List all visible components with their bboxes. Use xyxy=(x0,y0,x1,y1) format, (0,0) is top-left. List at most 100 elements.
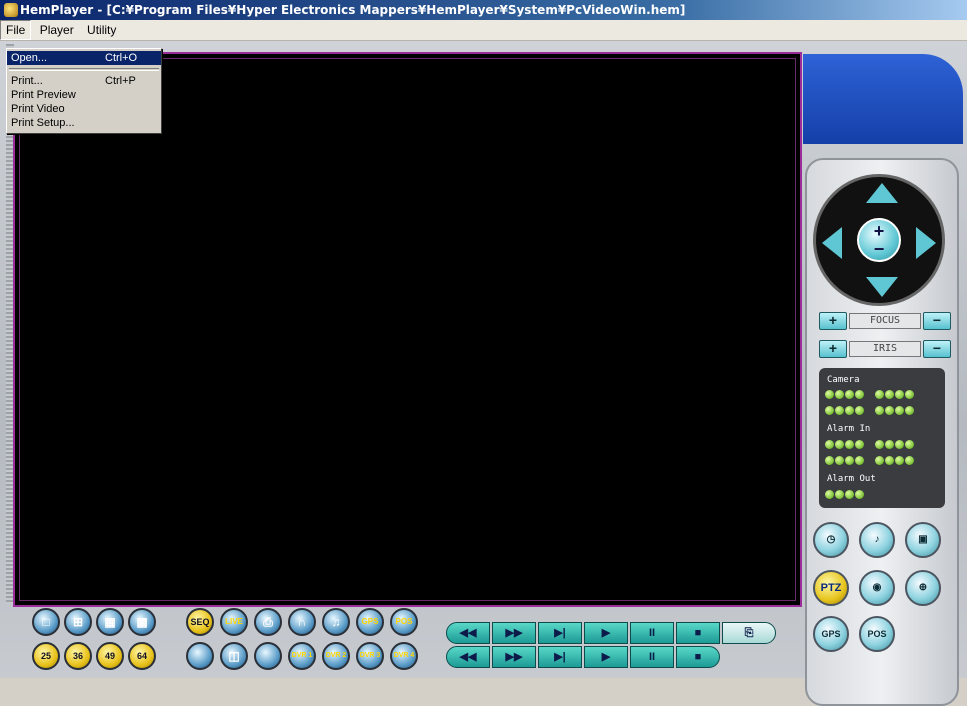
pos-button[interactable]: POS xyxy=(859,616,895,652)
stop-button[interactable]: ■ xyxy=(676,622,720,644)
menu-print-label: Print... xyxy=(11,75,43,87)
camera-view-button[interactable]: ◉ xyxy=(859,570,895,606)
network-button[interactable]: ⊕ xyxy=(905,570,941,606)
menu-open-shortcut: Ctrl+O xyxy=(105,52,138,64)
fast-forward-button[interactable]: ▶▶ xyxy=(492,622,536,644)
nine-view-icon: ▦ xyxy=(104,615,116,629)
alarm-in-led xyxy=(835,440,844,449)
pan-right-icon[interactable] xyxy=(916,227,936,259)
stop-button-2[interactable]: ■ xyxy=(676,646,720,668)
menu-print-setup[interactable]: Print Setup... xyxy=(7,116,161,130)
camera-led xyxy=(875,390,884,399)
camera-led xyxy=(895,406,904,415)
camera-led xyxy=(905,390,914,399)
pan-down-icon[interactable] xyxy=(866,277,898,297)
copy-button[interactable]: ⎘ xyxy=(722,622,776,644)
blank-button-1[interactable] xyxy=(186,642,214,670)
iris-minus-button[interactable]: − xyxy=(923,340,951,358)
menu-open-label: Open... xyxy=(11,52,48,64)
video-display[interactable] xyxy=(13,52,802,607)
split-25-button[interactable]: 25 xyxy=(32,642,60,670)
split-16-button[interactable]: ▩ xyxy=(128,608,156,636)
capture-icon: ⎙ xyxy=(263,615,273,629)
camera-leds-row1 xyxy=(825,390,915,399)
ptz-button[interactable]: PTZ xyxy=(813,570,849,606)
sixteen-view-icon: ▩ xyxy=(136,615,148,629)
menu-print-shortcut: Ctrl+P xyxy=(105,75,136,87)
focus-plus-button[interactable]: + xyxy=(819,312,847,330)
pause-button-2[interactable]: II xyxy=(630,646,674,668)
menu-print-video[interactable]: Print Video xyxy=(7,102,161,116)
alarm-in-led xyxy=(895,456,904,465)
capture-button[interactable]: ⎙ xyxy=(254,608,282,636)
dvr3-button[interactable]: DVR 3 xyxy=(356,642,384,670)
menu-open[interactable]: Open... Ctrl+O xyxy=(7,51,161,65)
alarm-in-led xyxy=(885,456,894,465)
rewind-button-2[interactable]: ◀◀ xyxy=(446,646,490,668)
focus-minus-button[interactable]: − xyxy=(923,312,951,330)
right-control-panel: + − + FOCUS − + IRIS − Camera Alarm In A… xyxy=(803,46,967,706)
pos-toolbar-button[interactable]: POS xyxy=(390,608,418,636)
menu-file[interactable]: File xyxy=(0,20,32,40)
seq-button[interactable]: SEQ xyxy=(186,608,214,636)
status-panel: Camera Alarm In Alarm Out xyxy=(819,368,945,508)
pause-button[interactable]: II xyxy=(630,622,674,644)
camera-led xyxy=(855,390,864,399)
record-button[interactable]: ◫ xyxy=(220,642,248,670)
step-forward-button-2[interactable]: ▶| xyxy=(538,646,582,668)
zoom-button[interactable]: + − xyxy=(857,218,901,262)
title-bar: HemPlayer - [C:¥Program Files¥Hyper Elec… xyxy=(0,0,967,20)
alarm-in-led xyxy=(855,440,864,449)
alarm-in-led xyxy=(855,456,864,465)
dvr2-button[interactable]: DVR 2 xyxy=(322,642,350,670)
menu-utility[interactable]: Utility xyxy=(82,20,121,40)
menu-print-preview[interactable]: Print Preview xyxy=(7,88,161,102)
quad-view-icon: ⊞ xyxy=(72,615,84,629)
split-64-button[interactable]: 64 xyxy=(128,642,156,670)
split-49-button[interactable]: 49 xyxy=(96,642,124,670)
camera-led xyxy=(875,406,884,415)
camera-led xyxy=(845,406,854,415)
split-4-button[interactable]: ⊞ xyxy=(64,608,92,636)
fast-forward-button-2[interactable]: ▶▶ xyxy=(492,646,536,668)
gps-button[interactable]: GPS xyxy=(813,616,849,652)
menu-player[interactable]: Player xyxy=(35,20,79,40)
pan-up-icon[interactable] xyxy=(866,183,898,203)
audio-button[interactable]: ∩ xyxy=(288,608,316,636)
blank-button-2[interactable] xyxy=(254,642,282,670)
menu-bar: File Player Utility xyxy=(0,20,967,41)
alarm-in-led xyxy=(835,456,844,465)
mic-button[interactable]: ♫ xyxy=(322,608,350,636)
file-dropdown-menu: Open... Ctrl+O Print... Ctrl+P Print Previ… xyxy=(6,48,162,134)
split-1-button[interactable]: □ xyxy=(32,608,60,636)
alarm-in-leds-row1 xyxy=(825,440,915,449)
iris-plus-button[interactable]: + xyxy=(819,340,847,358)
camera-icon: ◉ xyxy=(872,582,882,593)
menu-print[interactable]: Print... Ctrl+P xyxy=(7,74,161,88)
clock-button[interactable]: ◷ xyxy=(813,522,849,558)
zoom-out-icon[interactable]: − xyxy=(859,240,899,258)
ptz-joystick: + − xyxy=(813,174,945,306)
zoom-in-icon[interactable]: + xyxy=(859,222,899,240)
live-button[interactable]: LIVE xyxy=(220,608,248,636)
dvr1-button[interactable]: DVR 1 xyxy=(288,642,316,670)
play-button-2[interactable]: ▶ xyxy=(584,646,628,668)
headphones-icon: ∩ xyxy=(297,615,307,629)
rewind-button[interactable]: ◀◀ xyxy=(446,622,490,644)
alarm-in-led xyxy=(885,440,894,449)
playback-row-bottom: ◀◀ ▶▶ ▶| ▶ II ■ xyxy=(446,646,722,668)
camera-leds-row2 xyxy=(825,406,915,415)
play-button[interactable]: ▶ xyxy=(584,622,628,644)
split-9-button[interactable]: ▦ xyxy=(96,608,124,636)
dvr4-button[interactable]: DVR 4 xyxy=(390,642,418,670)
bottom-toolbar: □ ⊞ ▦ ▩ SEQ LIVE ⎙ ∩ ♫ GPS POS 25 36 49 … xyxy=(22,606,442,676)
step-forward-button[interactable]: ▶| xyxy=(538,622,582,644)
split-36-button[interactable]: 36 xyxy=(64,642,92,670)
alarm-bell-button[interactable]: ♪ xyxy=(859,522,895,558)
gps-toolbar-button[interactable]: GPS xyxy=(356,608,384,636)
alarm-out-leds xyxy=(825,490,865,499)
monitor-button[interactable]: ▣ xyxy=(905,522,941,558)
alarm-in-led xyxy=(875,440,884,449)
alarm-in-led xyxy=(905,456,914,465)
pan-left-icon[interactable] xyxy=(822,227,842,259)
